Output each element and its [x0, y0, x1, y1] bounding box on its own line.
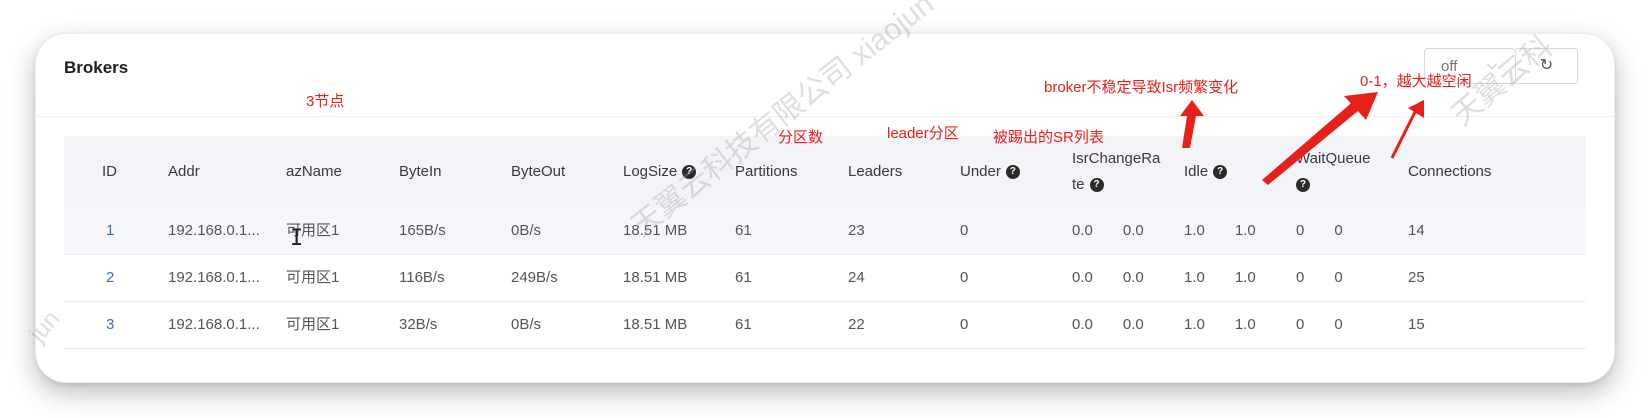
arrow-isr-shaft: [1182, 116, 1196, 148]
annotation-arrows: [1180, 92, 1424, 185]
arrow-isr-head: [1180, 100, 1204, 116]
arrow-waitqueue: [1390, 105, 1420, 159]
text-cursor-icon: I: [290, 226, 304, 251]
arrow-waitqueue-head: [1408, 100, 1424, 118]
arrow-idle-shaft: [1262, 99, 1364, 185]
